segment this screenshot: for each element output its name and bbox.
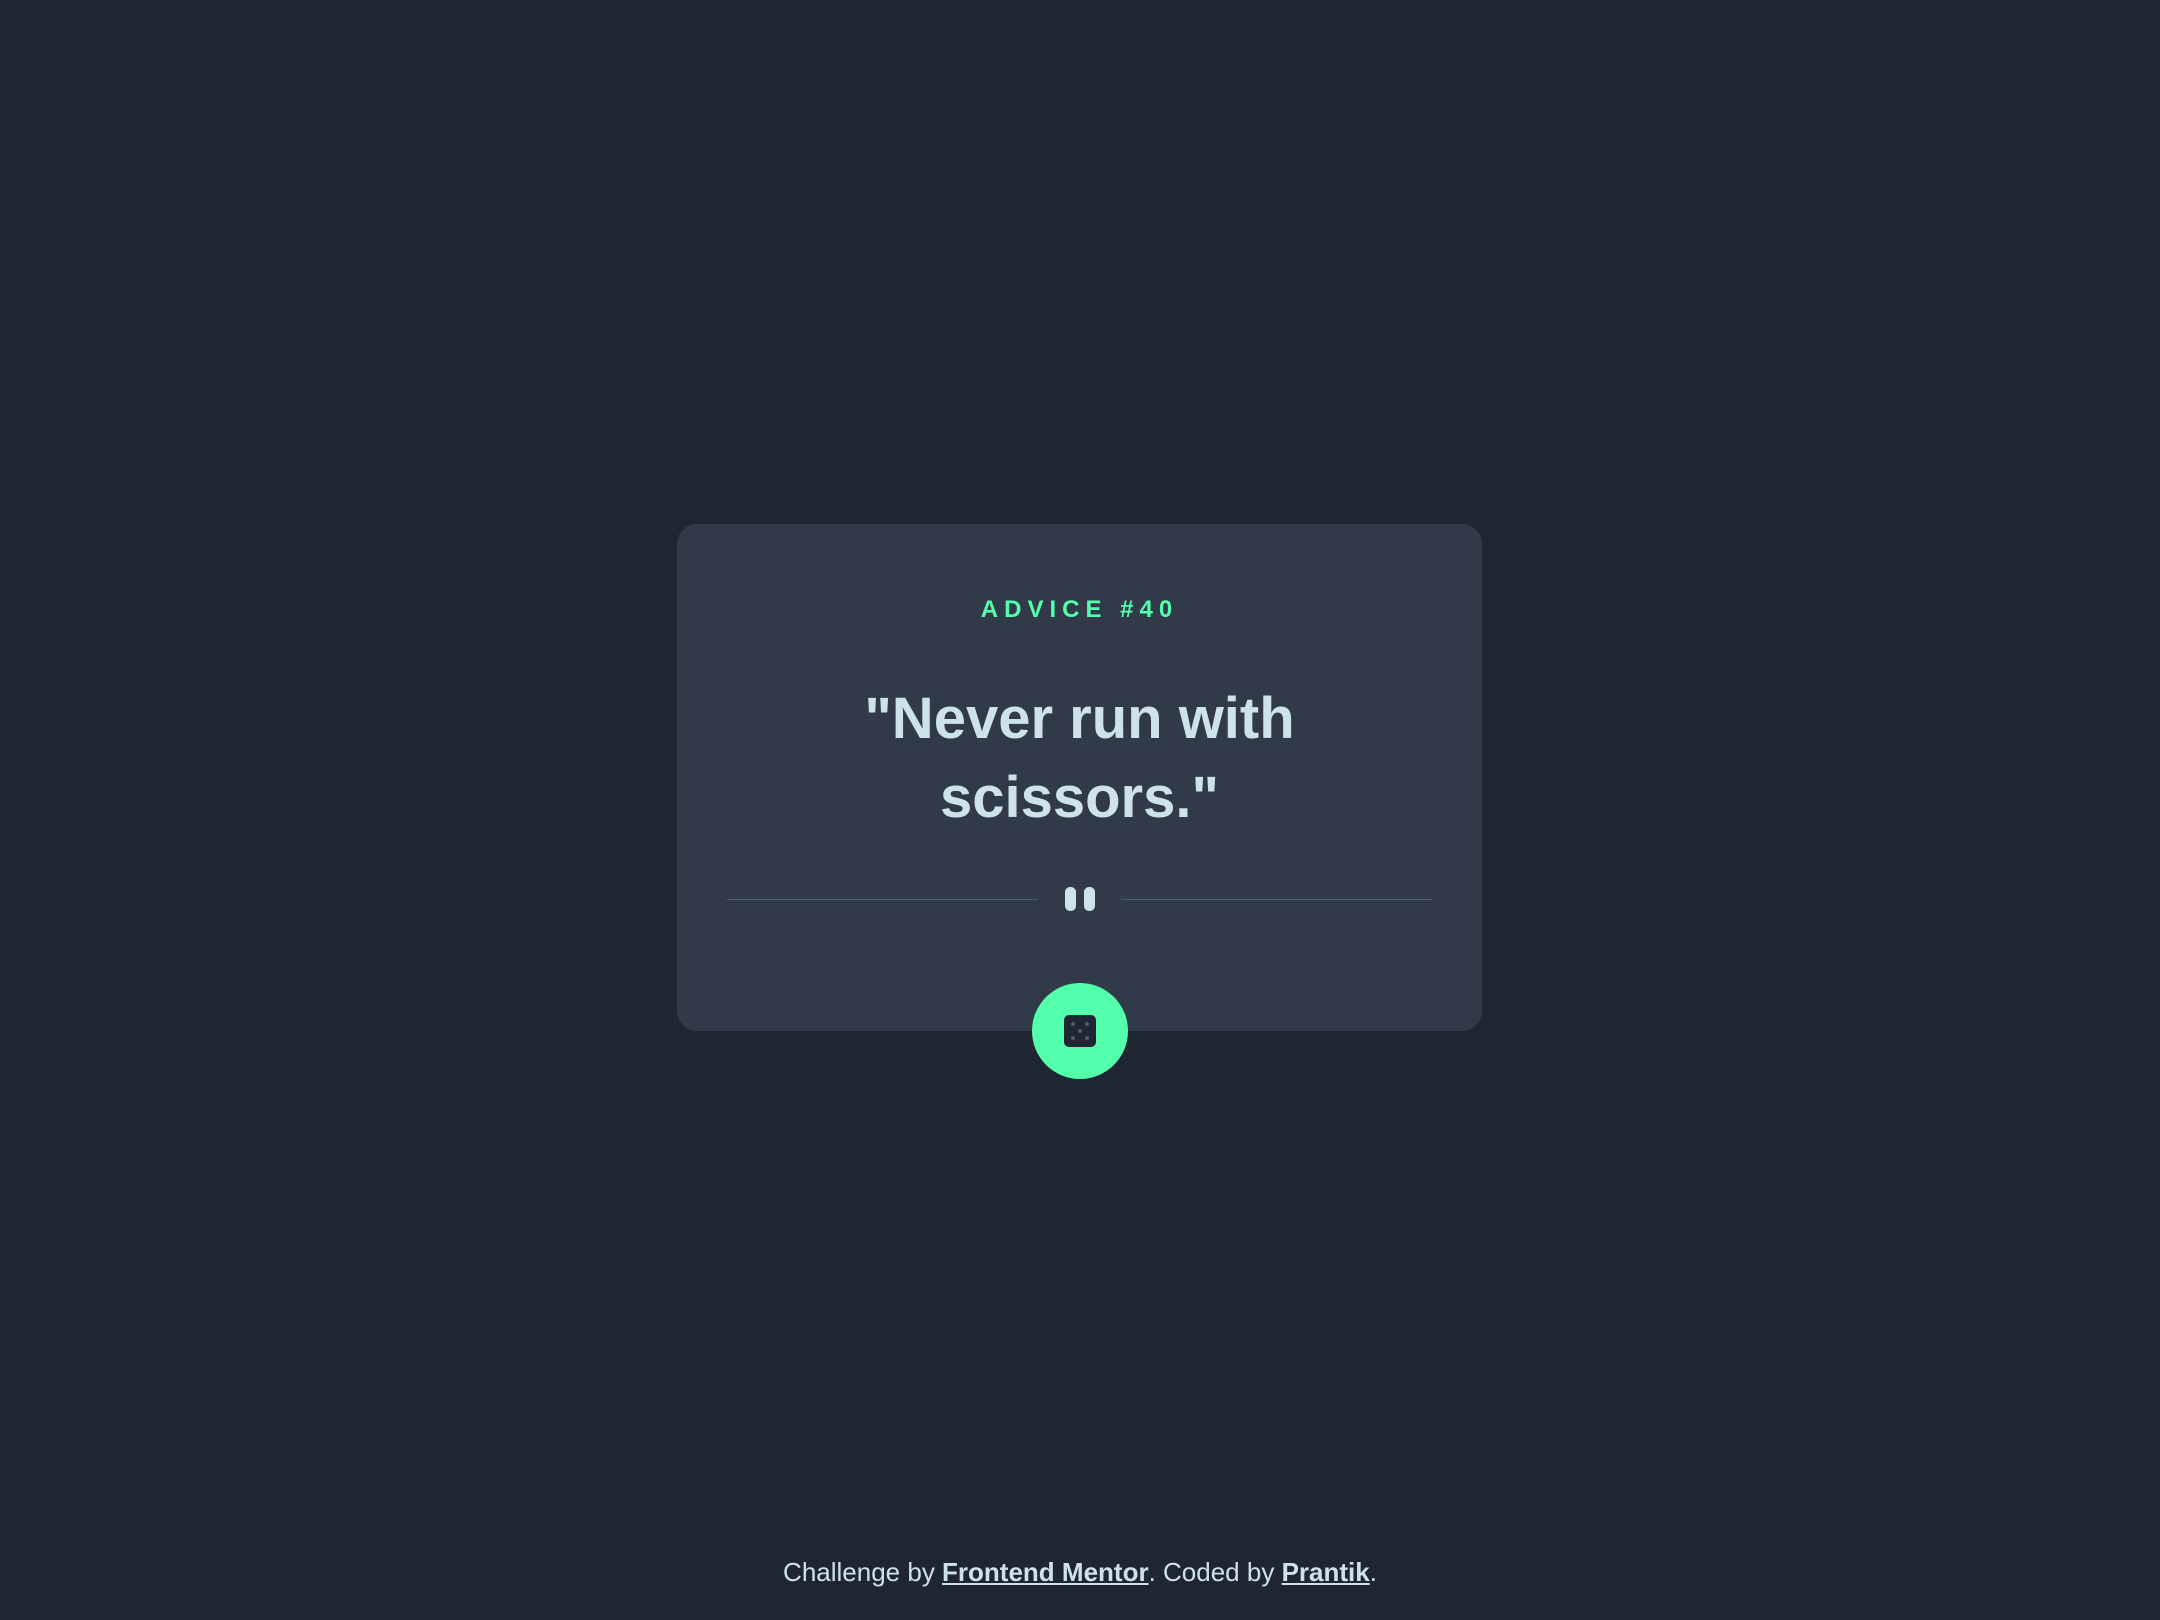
new-advice-button[interactable] bbox=[1032, 983, 1128, 1079]
attribution-middle: . Coded by bbox=[1148, 1557, 1282, 1587]
attribution: Challenge by Frontend Mentor. Coded by P… bbox=[0, 1557, 2160, 1588]
pause-bar-left bbox=[1065, 887, 1076, 911]
frontend-mentor-link[interactable]: Frontend Mentor bbox=[942, 1557, 1149, 1587]
advice-quote: "Never run with scissors." bbox=[864, 686, 1295, 830]
author-link[interactable]: Prantik bbox=[1282, 1557, 1370, 1587]
dice-icon bbox=[1064, 1015, 1096, 1047]
advice-number: ADVICE #40 bbox=[980, 596, 1179, 623]
attribution-prefix: Challenge by bbox=[783, 1557, 943, 1587]
attribution-suffix: . bbox=[1369, 1557, 1377, 1587]
pause-icon bbox=[1061, 887, 1097, 911]
divider bbox=[727, 887, 1432, 911]
advice-card: ADVICE #40 "Never run with scissors." bbox=[677, 524, 1482, 1031]
divider-line-left bbox=[727, 899, 1038, 900]
divider-line-right bbox=[1121, 899, 1432, 900]
pause-bar-right bbox=[1084, 887, 1095, 911]
